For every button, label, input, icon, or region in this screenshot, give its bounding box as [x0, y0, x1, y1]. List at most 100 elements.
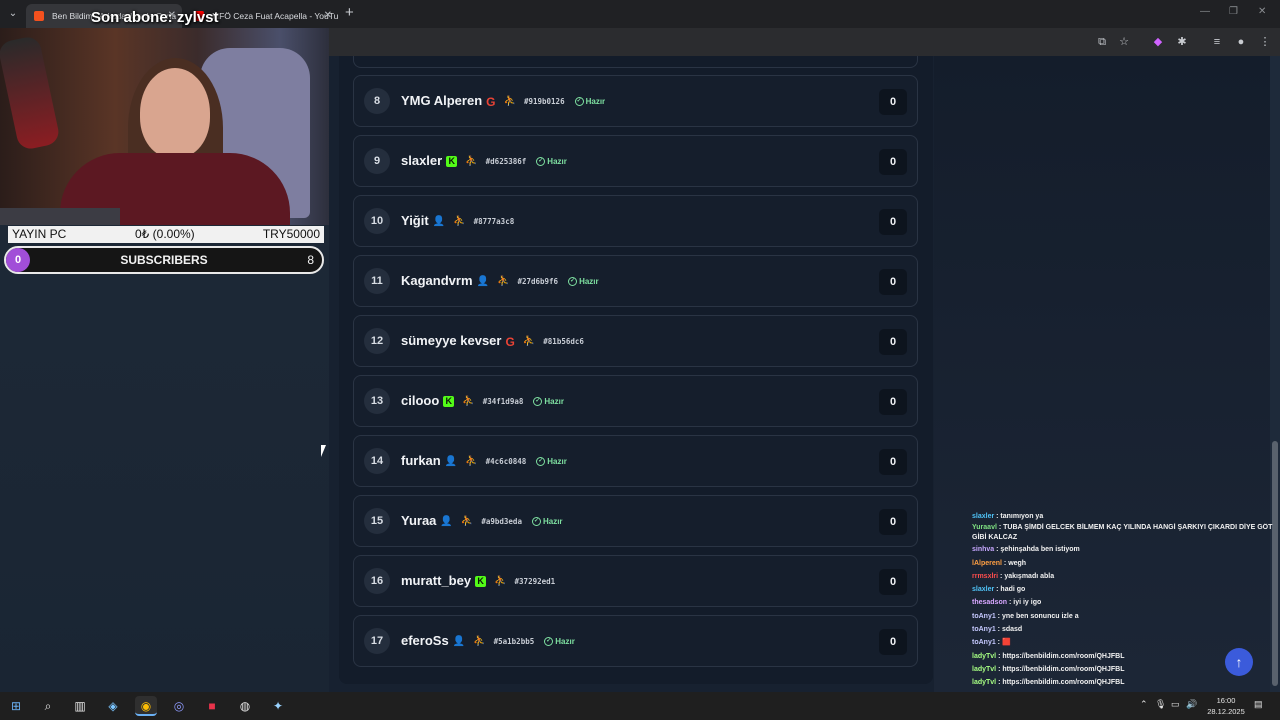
ready-status: ✓ Hazır	[568, 276, 599, 287]
player-info: eferoSs 👤 ⛹ #5a1b2bb5 ✓ Hazır	[401, 633, 575, 648]
chat-message: lAlperenl : wegh	[972, 557, 1280, 570]
windows-start-icon[interactable]: ⊞	[5, 696, 27, 716]
network-icon[interactable]: ▭	[1171, 699, 1180, 710]
player-id: #34f1d9a8	[482, 397, 524, 407]
player-score: 0	[879, 449, 907, 475]
desk-image	[0, 208, 120, 225]
search-icon[interactable]: ⌕	[37, 696, 59, 716]
player-id: #37292ed1	[514, 577, 556, 587]
chat-username: toAny1	[972, 639, 996, 647]
star-icon[interactable]: ☆	[1117, 35, 1131, 49]
player-id: #81b56dc6	[543, 337, 584, 347]
check-circle-icon: ✓	[536, 157, 546, 167]
task-view-icon[interactable]: ▥	[69, 696, 91, 716]
chat-text: https://benbildim.com/room/QHJFBL	[1002, 679, 1125, 687]
copilot-icon[interactable]: ◈	[102, 696, 124, 716]
chat-message: thesadson : iyi iy igo	[972, 596, 1280, 609]
chat-username: thesadson	[972, 599, 1008, 607]
tab-search-chevron-icon[interactable]: ⌄	[4, 5, 22, 23]
windows-taskbar: ⊞ ⌕ ▥ ◈ ◉ ◎ ■ ◍ ✦ ⌃ 🎙 ▭ 🔊 16:00 28.12.20…	[0, 692, 1280, 720]
player-row: 11 Kagandvrm 👤 ⛹ #27d6b9f6 ✓ Hazır 0	[353, 255, 918, 307]
ready-status: ✓ Hazır	[536, 457, 567, 467]
player-score: 0	[879, 269, 907, 295]
ready-status: ✓ Hazır	[536, 157, 567, 167]
puzzle-icon[interactable]: ✱	[1175, 35, 1189, 49]
chat-username: toAny1	[972, 612, 996, 620]
subscriber-goal-bar: 0 SUBSCRIBERS 8	[4, 246, 324, 274]
new-tab-plus-icon[interactable]: +	[345, 4, 354, 21]
discord-icon[interactable]: ◎	[168, 696, 190, 716]
tray-chevron-icon[interactable]: ⌃	[1140, 699, 1148, 710]
chat-message: sinhva : şehinşahda ben istiyom	[972, 543, 1280, 556]
close-window-icon[interactable]: ✕	[1258, 6, 1266, 17]
player-id: #27d6b9f6	[517, 277, 559, 287]
chat-text: yakışmadı abla	[1004, 572, 1055, 580]
volume-icon[interactable]: 🔊	[1186, 699, 1197, 710]
player-score: 0	[879, 509, 907, 535]
player-name: eferoSs	[401, 633, 449, 648]
ready-label: Hazır	[555, 636, 575, 646]
player-name: YMG Alperen	[401, 93, 483, 108]
check-circle-icon: ✓	[574, 97, 584, 107]
media-icon[interactable]: ≡	[1210, 35, 1224, 49]
check-circle-icon: ✓	[533, 397, 543, 407]
player-score: 0	[879, 629, 907, 655]
chat-username: slaxler	[972, 513, 995, 520]
player-info: cilooo K ⛹ #34f1d9a8 ✓ Hazır	[401, 393, 564, 408]
ready-label: Hazır	[544, 396, 564, 406]
notification-icon[interactable]: ▤	[1254, 699, 1263, 710]
chrome-icon[interactable]: ◉	[135, 696, 157, 716]
player-score: 0	[879, 329, 907, 355]
clock-date: 28.12.2025	[1207, 707, 1245, 716]
player-id: #a9bd3eda	[481, 517, 522, 527]
player-row: 15 Yuraa 👤 ⛹ #a9bd3eda ✓ Hazır 0	[353, 495, 918, 547]
player-row: 8 YMG Alperen G ⛹ #919b0126 ✓ Hazır 0	[353, 75, 918, 127]
player-name: slaxler	[401, 153, 443, 168]
avatar-runner-icon: ⛹	[462, 396, 475, 408]
install-icon[interactable]: ⧉	[1095, 35, 1109, 49]
chat-username: rrmsxlri	[972, 572, 999, 580]
user-icon: 👤	[452, 636, 466, 648]
player-row: 10 Yiğit 👤 ⛹ #8777a3c8 0	[353, 195, 918, 247]
ready-label: Hazır	[585, 96, 606, 106]
chat-username: ladyTvl	[972, 679, 997, 687]
mouse-cursor-icon	[321, 445, 326, 457]
avatar-runner-icon: ⛹	[496, 276, 510, 288]
taskbar-clock[interactable]: 16:00 28.12.2025	[1200, 695, 1252, 717]
player-name: Kagandvrm	[401, 273, 473, 288]
chat-text: 🟥	[1001, 639, 1011, 647]
stats-left-label: YAYIN PC	[12, 227, 67, 241]
player-info: furkan 👤 ⛹ #4c6c0848 ✓ Hazır	[401, 453, 567, 468]
streamer-face	[140, 68, 210, 158]
ready-label: Hazır	[579, 276, 599, 286]
player-id: #5a1b2bb5	[493, 637, 535, 647]
extension-pink-icon[interactable]: ◆	[1151, 35, 1165, 49]
avatar-runner-icon: ⛹	[522, 336, 536, 348]
avatar-runner-icon: ⛹	[473, 636, 486, 648]
player-info: YMG Alperen G ⛹ #919b0126 ✓ Hazır	[401, 93, 605, 109]
check-circle-icon: ✓	[568, 277, 578, 287]
restore-icon[interactable]: ❐	[1229, 6, 1238, 17]
close-tab-icon[interactable]: ✕	[324, 4, 332, 28]
menu-icon[interactable]: ⋮	[1258, 35, 1272, 49]
chat-text: wegh	[1008, 559, 1027, 567]
player-score: 0	[879, 209, 907, 235]
scroll-to-top-arrow-icon[interactable]: ↑	[1225, 648, 1253, 676]
check-circle-icon: ✓	[544, 637, 554, 647]
webcam-feed	[0, 28, 329, 225]
profile-icon[interactable]: ●	[1234, 35, 1248, 49]
microphone-icon[interactable]: 🎙	[1155, 699, 1166, 710]
minimize-icon[interactable]: —	[1200, 6, 1210, 17]
chat-text: yne ben sonuncu izle a	[1001, 612, 1079, 620]
app-blue-icon[interactable]: ✦	[267, 696, 289, 716]
chat-message: ladyTvl : https://benbildim.com/room/QHJ…	[972, 676, 1280, 689]
subscriber-goal-count: 8	[307, 253, 314, 267]
chat-message: slaxler : tanımıyon ya	[972, 510, 1280, 523]
user-icon: 👤	[476, 276, 489, 288]
app-red-icon[interactable]: ■	[201, 696, 223, 716]
player-info: muratt_bey K ⛹ #37292ed1	[401, 573, 555, 588]
last-subscriber-text: Son abone: zylvst	[91, 9, 219, 26]
player-info: Yuraa 👤 ⛹ #a9bd3eda ✓ Hazır	[401, 513, 563, 528]
obs-icon[interactable]: ◍	[234, 696, 256, 716]
chat-username: ladyTvl	[972, 652, 997, 660]
